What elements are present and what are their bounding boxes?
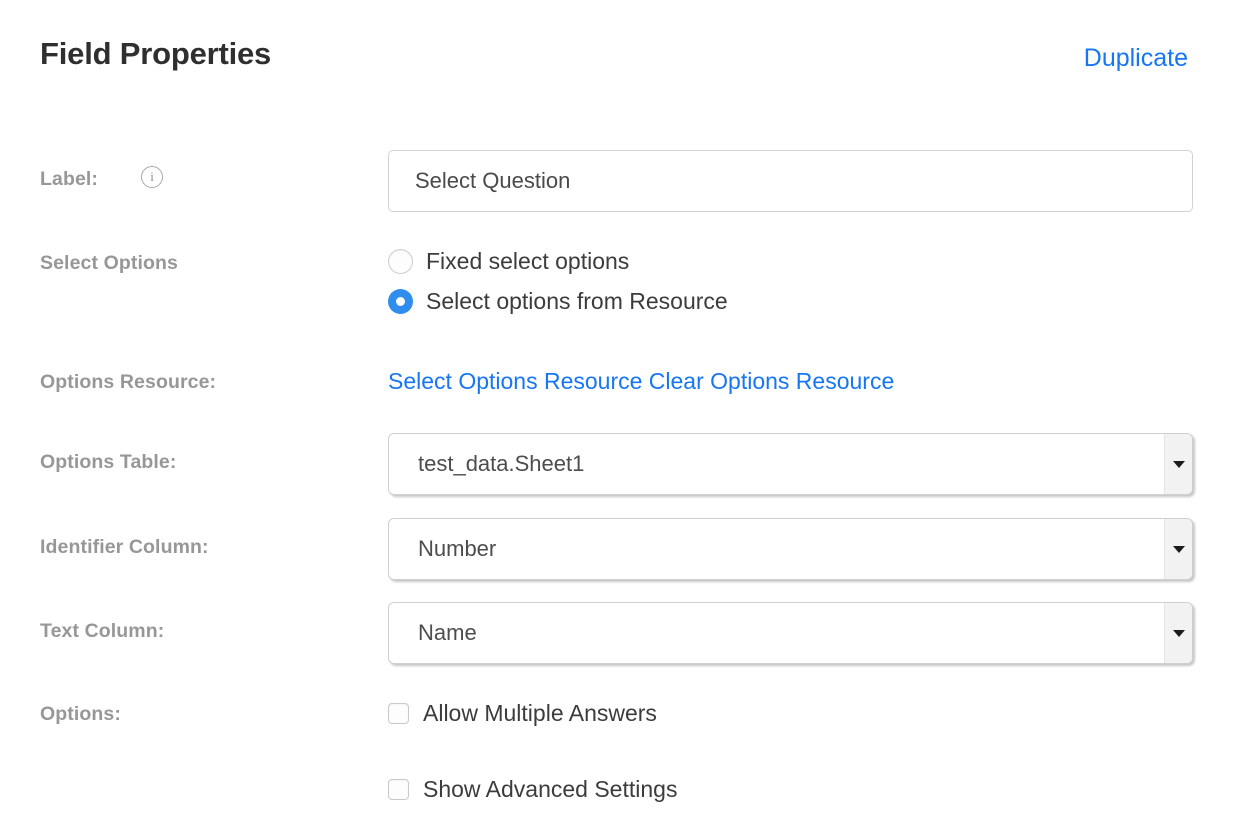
panel-header: Field Properties Duplicate [0, 0, 1234, 110]
page-title: Field Properties [40, 36, 272, 71]
options-table-select-wrap: test_data.Sheet1 [388, 433, 1193, 495]
radio-select-options-from-resource[interactable]: Select options from Resource [388, 288, 728, 315]
select-options-row: Select Options Fixed select options Sele… [0, 248, 1234, 328]
checkbox-show-advanced-settings[interactable]: Show Advanced Settings [388, 776, 677, 803]
options-table-row: Options Table: test_data.Sheet1 [0, 433, 1234, 495]
field-properties-panel: Field Properties Duplicate Label: i Sele… [0, 0, 1234, 840]
chevron-down-icon [1172, 546, 1185, 553]
radio-fixed-select-options-label: Fixed select options [426, 248, 630, 274]
identifier-column-select[interactable] [388, 518, 1193, 580]
options-label: Options: [40, 703, 121, 725]
info-icon[interactable]: i [141, 166, 163, 188]
options-resource-links: Select Options Resource Clear Options Re… [388, 368, 894, 395]
text-column-dropdown-button[interactable] [1164, 603, 1192, 663]
identifier-column-row: Identifier Column: Number [0, 518, 1234, 580]
radio-fixed-select-options[interactable]: Fixed select options [388, 248, 629, 275]
chevron-down-icon [1172, 461, 1185, 468]
identifier-column-select-wrap: Number [388, 518, 1193, 580]
options-row: Options: Allow Multiple Answers Show Adv… [0, 700, 1234, 820]
checkbox-show-advanced-settings-label: Show Advanced Settings [423, 776, 678, 802]
checkbox-unchecked-icon [388, 703, 409, 724]
options-table-select[interactable] [388, 433, 1193, 495]
options-table-dropdown-button[interactable] [1164, 434, 1192, 494]
text-column-select-wrap: Name [388, 602, 1193, 664]
options-table-label: Options Table: [40, 451, 177, 473]
checkbox-allow-multiple-answers[interactable]: Allow Multiple Answers [388, 700, 657, 727]
options-resource-row: Options Resource: Select Options Resourc… [0, 368, 1234, 400]
clear-options-resource-link[interactable]: Clear Options Resource [649, 368, 894, 394]
radio-select-options-from-resource-label: Select options from Resource [426, 288, 728, 314]
chevron-down-icon [1172, 630, 1185, 637]
select-options-radio-group: Fixed select options Select options from… [388, 248, 1193, 328]
text-column-row: Text Column: Name [0, 602, 1234, 664]
checkbox-allow-multiple-answers-label: Allow Multiple Answers [423, 700, 657, 726]
checkbox-unchecked-icon [388, 779, 409, 800]
select-options-label: Select Options [40, 252, 178, 274]
duplicate-button[interactable]: Duplicate [1084, 44, 1188, 73]
text-column-select[interactable] [388, 602, 1193, 664]
label-input-wrap [388, 150, 1193, 212]
identifier-column-label: Identifier Column: [40, 536, 209, 558]
radio-on-icon [388, 289, 413, 314]
identifier-column-dropdown-button[interactable] [1164, 519, 1192, 579]
options-checkbox-group: Allow Multiple Answers Show Advanced Set… [388, 700, 1193, 820]
label-row-label: Label: [40, 168, 99, 190]
text-column-label: Text Column: [40, 620, 165, 642]
radio-off-icon [388, 249, 413, 274]
label-row: Label: i [0, 150, 1234, 212]
options-resource-label: Options Resource: [40, 371, 217, 393]
select-options-resource-link[interactable]: Select Options Resource [388, 368, 642, 394]
label-input[interactable] [388, 150, 1193, 212]
